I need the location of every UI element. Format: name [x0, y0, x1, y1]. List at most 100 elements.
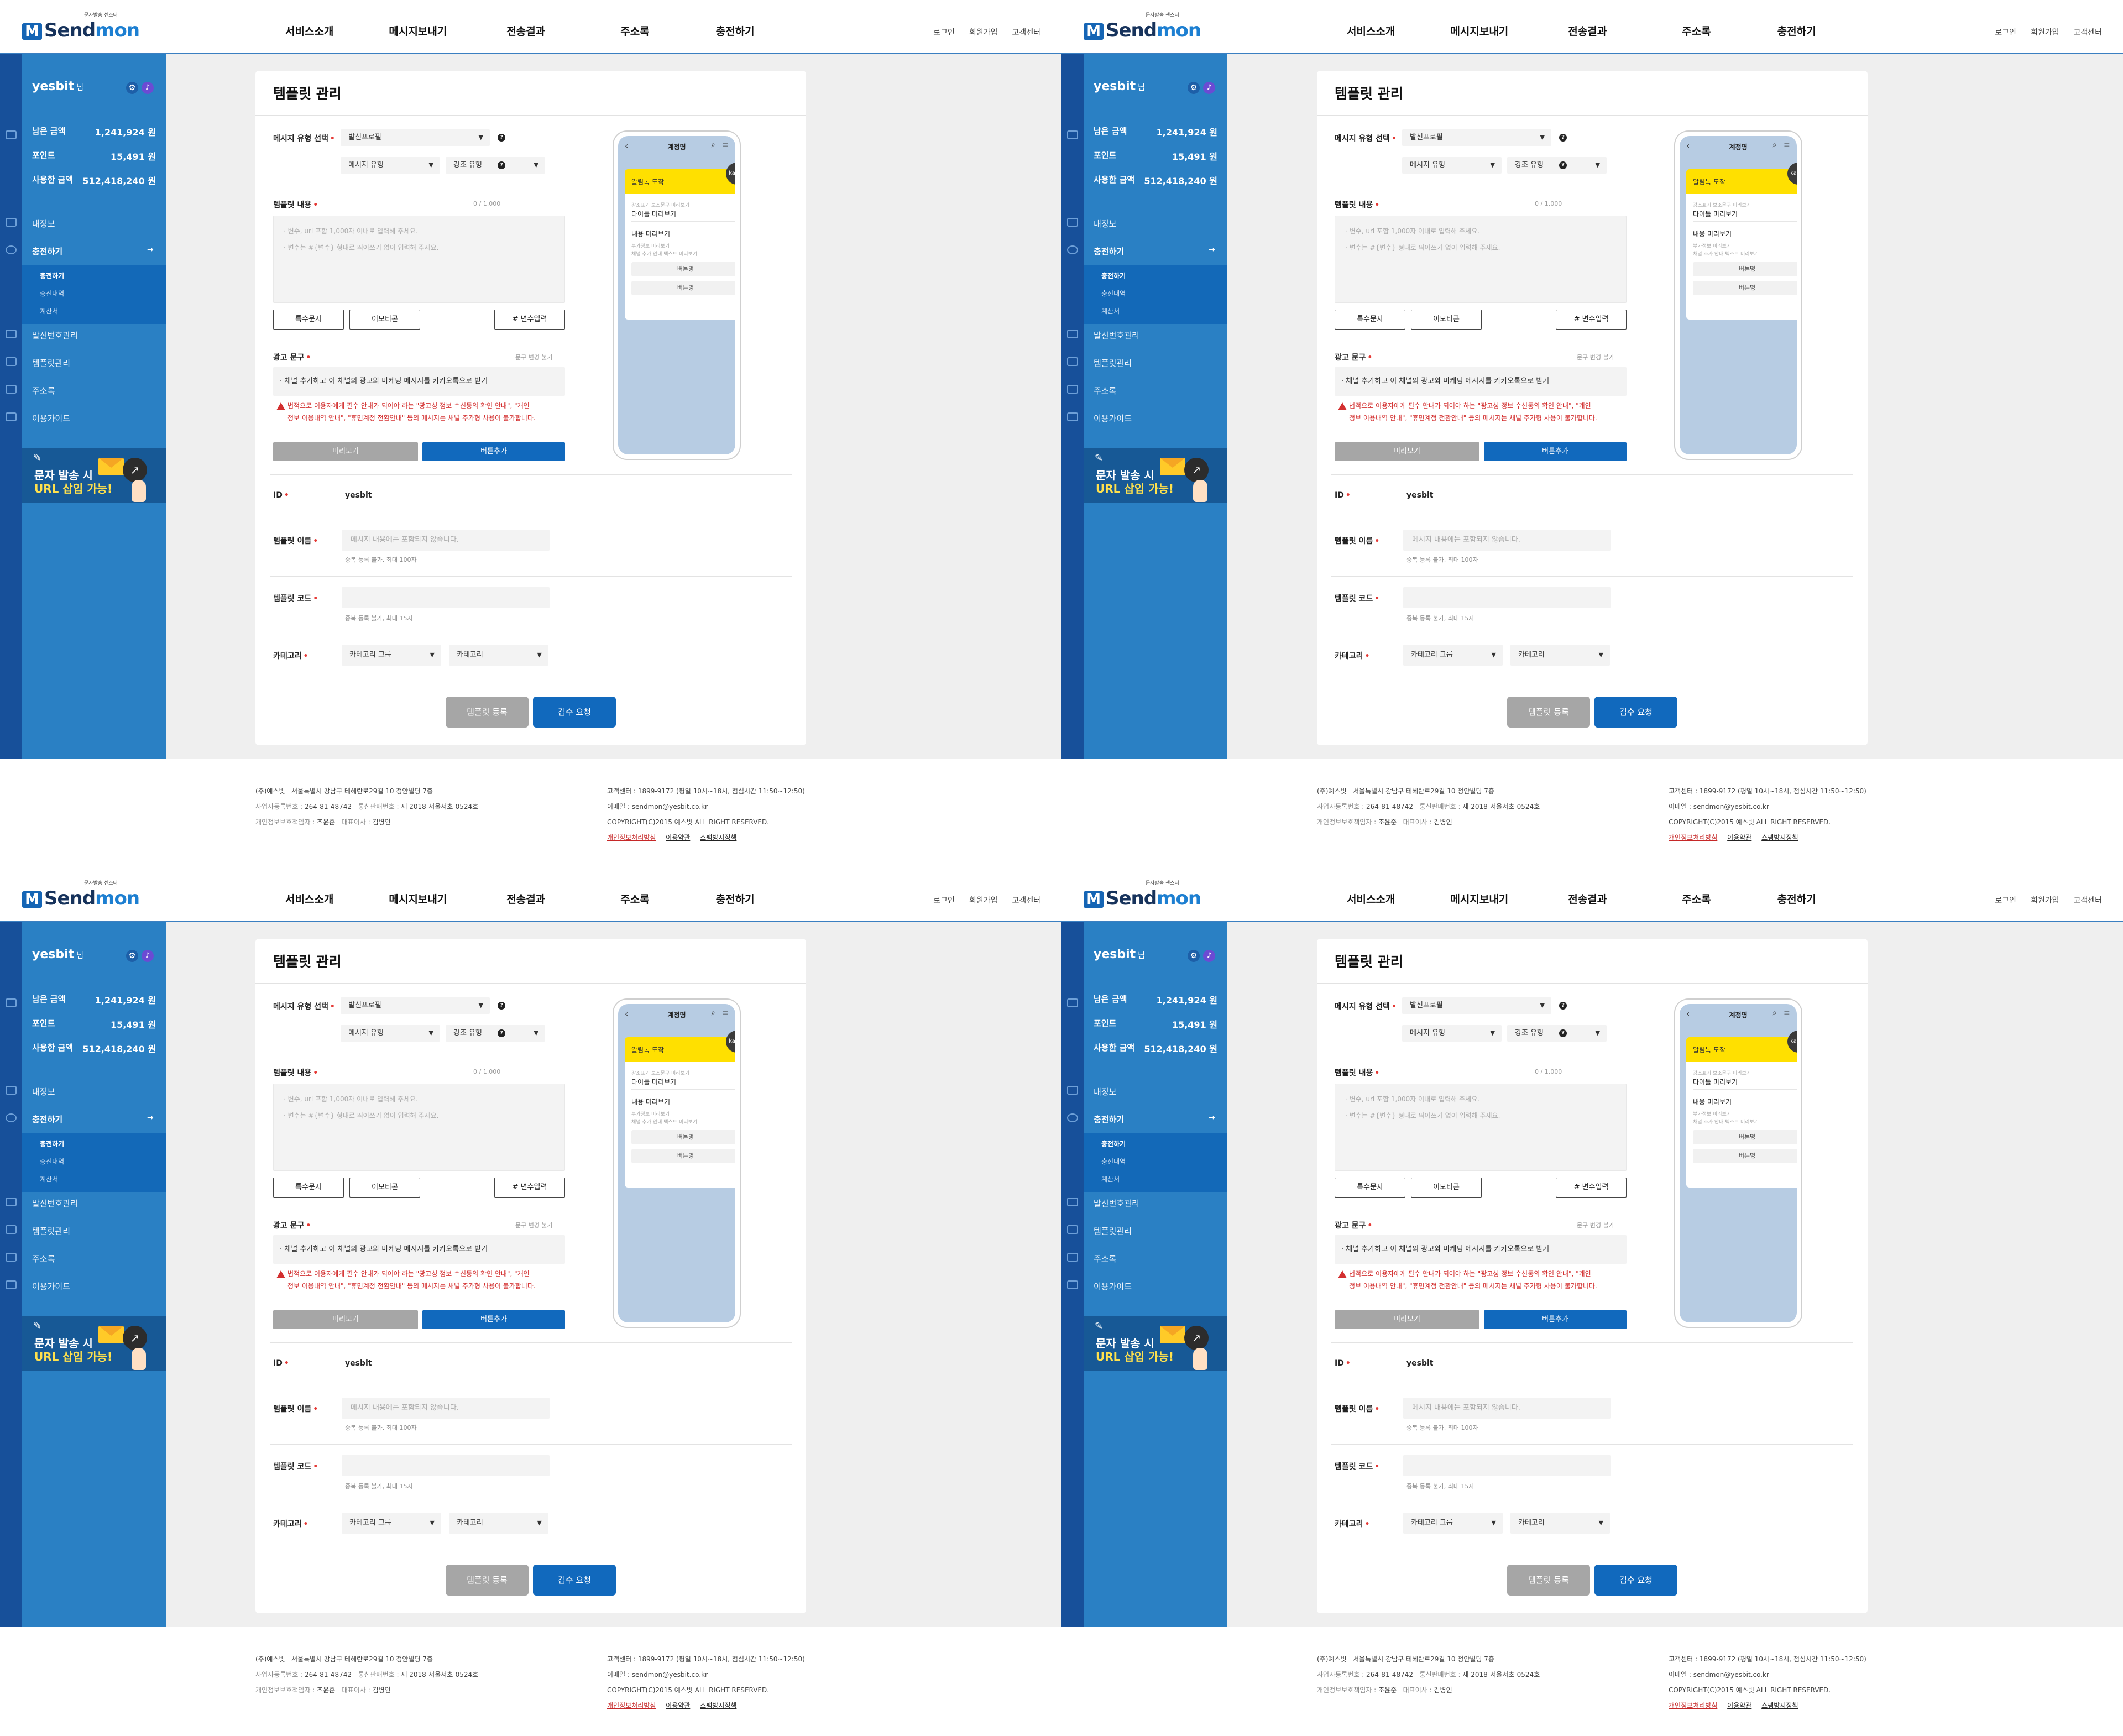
- template-code-input[interactable]: [342, 587, 550, 608]
- nav-service-intro[interactable]: 서비스소개: [1347, 891, 1395, 906]
- phone-icon[interactable]: [1067, 1198, 1078, 1206]
- menu-charge[interactable]: 충전하기: [1094, 1113, 1124, 1125]
- menu-template[interactable]: 템플릿관리: [1094, 357, 1132, 369]
- template-name-input[interactable]: 메시지 내용에는 포함되지 않습니다.: [342, 1398, 550, 1419]
- spam-policy-link[interactable]: 스팸방지정책: [1761, 1702, 1798, 1709]
- submenu-charge-history[interactable]: 충전내역: [40, 1157, 64, 1166]
- wallet-icon[interactable]: [6, 130, 17, 139]
- nav-send-results[interactable]: 전송결과: [506, 23, 545, 38]
- template-name-input[interactable]: 메시지 내용에는 포함되지 않습니다.: [1403, 1398, 1611, 1419]
- emoticon-button[interactable]: 이모티콘: [1411, 310, 1482, 330]
- submenu-charge-history[interactable]: 충전내역: [1101, 289, 1126, 298]
- login-link[interactable]: 로그인: [933, 895, 955, 906]
- category-select[interactable]: 카테고리 ▼: [1510, 645, 1610, 666]
- phone-icon[interactable]: [1067, 330, 1078, 338]
- login-link[interactable]: 로그인: [1995, 895, 2016, 906]
- spam-policy-link[interactable]: 스팸방지정책: [700, 834, 736, 841]
- menu-guide[interactable]: 이용가이드: [1094, 412, 1132, 424]
- settings-gear-icon[interactable]: ⚙: [126, 950, 138, 962]
- terms-link[interactable]: 이용약관: [666, 1702, 690, 1709]
- nav-send-message[interactable]: 메시지보내기: [1450, 891, 1508, 906]
- privacy-policy-link[interactable]: 개인정보처리방침: [1669, 1702, 1717, 1709]
- emoticon-button[interactable]: 이모티콘: [349, 1178, 420, 1198]
- submenu-invoice[interactable]: 계산서: [1101, 1174, 1120, 1184]
- submenu-charge[interactable]: 충전하기: [1101, 271, 1126, 280]
- url-banner[interactable]: ✎ 문자 발송 시 URL 삽입 가능! ↗: [1084, 448, 1227, 503]
- category-group-select[interactable]: 카테고리 그룹 ▼: [1403, 645, 1503, 666]
- sendmon-logo[interactable]: M Sendmon 문자발송 센스터: [22, 13, 140, 40]
- addressbook-icon[interactable]: [6, 385, 17, 394]
- help-icon[interactable]: ?: [498, 161, 505, 169]
- wallet-icon[interactable]: [1067, 130, 1078, 139]
- add-button-button[interactable]: 버튼추가: [1484, 1310, 1627, 1329]
- terms-link[interactable]: 이용약관: [1727, 1702, 1751, 1709]
- menu-guide[interactable]: 이용가이드: [32, 1280, 70, 1292]
- register-template-button[interactable]: 템플릿 등록: [1507, 1565, 1590, 1596]
- guide-icon[interactable]: [6, 412, 17, 421]
- privacy-policy-link[interactable]: 개인정보처리방침: [607, 1702, 656, 1709]
- template-name-input[interactable]: 메시지 내용에는 포함되지 않습니다.: [342, 530, 550, 551]
- special-char-button[interactable]: 특수문자: [1335, 310, 1405, 330]
- nav-address-book[interactable]: 주소록: [620, 23, 649, 38]
- coin-icon[interactable]: [1067, 1113, 1078, 1122]
- nav-address-book[interactable]: 주소록: [620, 891, 649, 906]
- sender-profile-select[interactable]: 발신프로필 ▼: [341, 997, 490, 1014]
- customer-center-link[interactable]: 고객센터: [2073, 895, 2102, 906]
- login-link[interactable]: 로그인: [1995, 27, 2016, 38]
- message-type-select[interactable]: 메시지 유형 ▼: [341, 157, 440, 174]
- url-banner[interactable]: ✎ 문자 발송 시 URL 삽입 가능! ↗: [1084, 1316, 1227, 1371]
- submenu-invoice[interactable]: 계산서: [40, 306, 58, 316]
- insert-variable-button[interactable]: # 변수입력: [494, 1178, 565, 1198]
- menu-template[interactable]: 템플릿관리: [1094, 1225, 1132, 1237]
- register-template-button[interactable]: 템플릿 등록: [1507, 697, 1590, 728]
- request-review-button[interactable]: 검수 요청: [1594, 697, 1677, 728]
- url-banner[interactable]: ✎ 문자 발송 시 URL 삽입 가능! ↗: [22, 1316, 166, 1371]
- help-icon[interactable]: ?: [1559, 1002, 1567, 1010]
- message-type-select[interactable]: 메시지 유형 ▼: [341, 1025, 440, 1042]
- nav-charge[interactable]: 충전하기: [716, 891, 755, 906]
- add-button-button[interactable]: 버튼추가: [422, 442, 565, 461]
- nav-send-message[interactable]: 메시지보내기: [389, 23, 447, 38]
- request-review-button[interactable]: 검수 요청: [1594, 1565, 1677, 1596]
- emphasis-type-select[interactable]: 강조 유형 ▼: [446, 1025, 545, 1042]
- emoticon-button[interactable]: 이모티콘: [1411, 1178, 1482, 1198]
- settings-gear-icon[interactable]: ⚙: [126, 82, 138, 94]
- category-select[interactable]: 카테고리 ▼: [1510, 1513, 1610, 1534]
- sender-profile-select[interactable]: 발신프로필 ▼: [1402, 129, 1551, 146]
- notification-bell-icon[interactable]: ♪: [1203, 950, 1215, 962]
- settings-gear-icon[interactable]: ⚙: [1188, 82, 1200, 94]
- user-icon[interactable]: [1067, 218, 1078, 227]
- wallet-icon[interactable]: [1067, 998, 1078, 1007]
- nav-send-message[interactable]: 메시지보내기: [389, 891, 447, 906]
- menu-sender-number[interactable]: 발신번호관리: [1094, 1198, 1139, 1209]
- nav-send-results[interactable]: 전송결과: [1568, 23, 1607, 38]
- phone-icon[interactable]: [6, 330, 17, 338]
- preview-button[interactable]: 미리보기: [1335, 1310, 1479, 1329]
- privacy-policy-link[interactable]: 개인정보처리방침: [607, 834, 656, 841]
- template-code-input[interactable]: [342, 1455, 550, 1476]
- menu-sender-number[interactable]: 발신번호관리: [32, 330, 78, 341]
- template-code-input[interactable]: [1403, 1455, 1611, 1476]
- sendmon-logo[interactable]: M Sendmon 문자발송 센스터: [1084, 13, 1201, 40]
- add-button-button[interactable]: 버튼추가: [1484, 442, 1627, 461]
- nav-send-message[interactable]: 메시지보내기: [1450, 23, 1508, 38]
- template-icon[interactable]: [6, 1225, 17, 1234]
- menu-template[interactable]: 템플릿관리: [32, 1225, 70, 1237]
- menu-charge[interactable]: 충전하기: [32, 1113, 62, 1125]
- submenu-charge-history[interactable]: 충전내역: [1101, 1157, 1126, 1166]
- message-type-select[interactable]: 메시지 유형 ▼: [1402, 1025, 1502, 1042]
- submenu-charge-history[interactable]: 충전내역: [40, 289, 64, 298]
- template-name-input[interactable]: 메시지 내용에는 포함되지 않습니다.: [1403, 530, 1611, 551]
- help-icon[interactable]: ?: [498, 1002, 505, 1010]
- user-icon[interactable]: [1067, 1086, 1078, 1095]
- signup-link[interactable]: 회원가입: [2031, 27, 2059, 38]
- addressbook-icon[interactable]: [1067, 385, 1078, 394]
- guide-icon[interactable]: [1067, 412, 1078, 421]
- coin-icon[interactable]: [1067, 245, 1078, 254]
- signup-link[interactable]: 회원가입: [2031, 895, 2059, 906]
- help-icon[interactable]: ?: [1559, 1029, 1567, 1037]
- menu-address-book[interactable]: 주소록: [32, 1253, 55, 1264]
- settings-gear-icon[interactable]: ⚙: [1188, 950, 1200, 962]
- nav-charge[interactable]: 충전하기: [716, 23, 755, 38]
- signup-link[interactable]: 회원가입: [969, 895, 998, 906]
